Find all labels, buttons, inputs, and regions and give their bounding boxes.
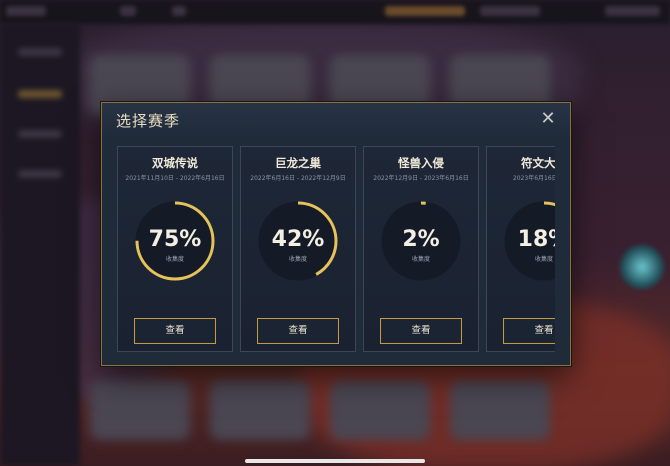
season-card-list[interactable]: 双城传说 2021年11月10日 - 2022年6月16日 75% 收集度 查看… (117, 146, 555, 354)
collection-label: 收集度 (288, 256, 307, 263)
collection-label: 收集度 (534, 256, 553, 263)
view-button[interactable]: 查看 (380, 318, 462, 344)
season-card: 巨龙之巢 2022年6月16日 - 2022年12月9日 42% 收集度 查看 (240, 146, 356, 352)
season-dates: 2023年6月16日 - 202 (512, 175, 555, 182)
close-icon[interactable]: ✕ (538, 109, 558, 129)
home-indicator[interactable] (245, 459, 425, 463)
season-dates: 2022年6月16日 - 2022年12月9日 (250, 175, 346, 182)
collection-percent: 2% (402, 227, 440, 252)
season-name: 怪兽入侵 (398, 156, 444, 170)
background-sidebar (0, 24, 80, 466)
background-top-bar (0, 0, 670, 24)
dialog-header: 选择赛季 ✕ (102, 103, 570, 137)
season-name: 双城传说 (152, 156, 198, 170)
collection-percent: 75% (148, 227, 202, 252)
season-select-dialog: 选择赛季 ✕ 双城传说 2021年11月10日 - 2022年6月16日 75%… (101, 102, 571, 366)
collection-label: 收集度 (411, 256, 430, 263)
season-dates: 2022年12月9日 - 2023年6月16日 (373, 175, 469, 182)
season-card: 怪兽入侵 2022年12月9日 - 2023年6月16日 2% 收集度 查看 (363, 146, 479, 352)
season-name: 巨龙之巢 (275, 156, 321, 170)
collection-percent: 18% (517, 227, 555, 252)
view-button[interactable]: 查看 (503, 318, 555, 344)
season-card: 符文大陆 2023年6月16日 - 202 18% 收集度 查看 (486, 146, 555, 352)
dialog-title: 选择赛季 (116, 112, 181, 130)
view-button[interactable]: 查看 (134, 318, 216, 344)
season-card: 双城传说 2021年11月10日 - 2022年6月16日 75% 收集度 查看 (117, 146, 233, 352)
season-dates: 2021年11月10日 - 2022年6月16日 (125, 175, 225, 182)
view-button[interactable]: 查看 (257, 318, 339, 344)
collection-label: 收集度 (165, 256, 184, 263)
season-name: 符文大陆 (521, 156, 555, 170)
background-orb-icon (620, 245, 664, 289)
collection-percent: 42% (271, 227, 325, 252)
